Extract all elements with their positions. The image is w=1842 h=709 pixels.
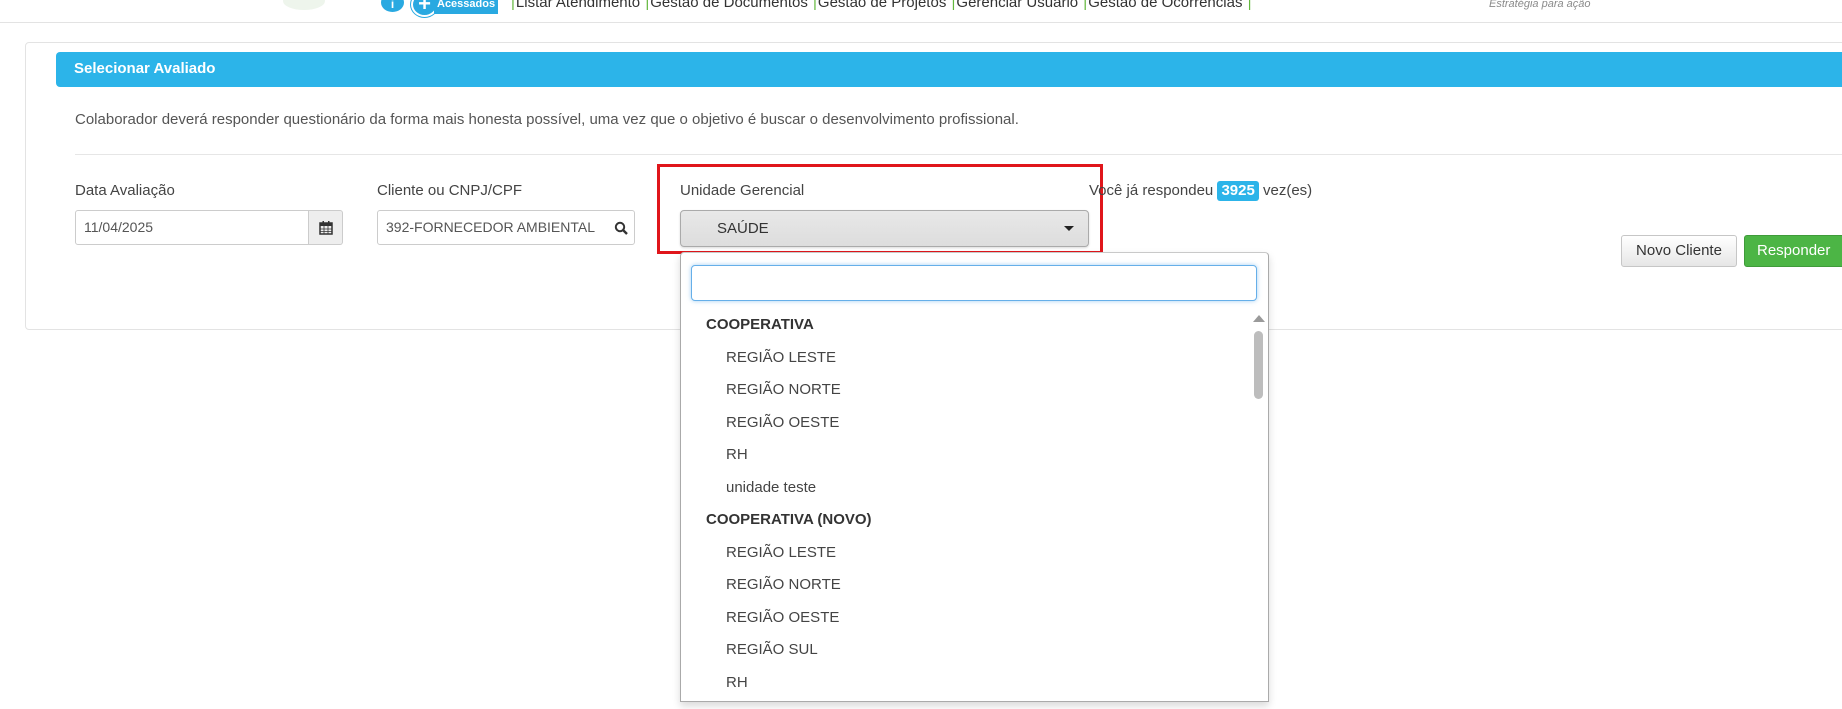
- top-navbar: i + Acessados |Listar Atendimento |Gestã…: [0, 0, 1842, 23]
- dropdown-option[interactable]: RH: [681, 667, 1253, 700]
- unit-dropdown: COOPERATIVA REGIÃO LESTE REGIÃO NORTE RE…: [680, 252, 1269, 702]
- scroll-up-icon[interactable]: [1253, 315, 1265, 322]
- nav-separator: |: [1247, 0, 1252, 11]
- info-icon[interactable]: i: [381, 0, 404, 12]
- calendar-icon: [318, 220, 333, 235]
- client-label: Cliente ou CNPJ/CPF: [377, 182, 523, 199]
- divider: [75, 154, 1842, 155]
- answered-suffix: vez(es): [1262, 182, 1313, 199]
- dropdown-option[interactable]: REGIÃO OESTE: [681, 407, 1253, 440]
- dropdown-option[interactable]: REGIÃO NORTE: [681, 569, 1253, 602]
- option-group-label: COOPERATIVA: [706, 316, 814, 333]
- respond-button[interactable]: Responder: [1744, 235, 1842, 267]
- nav-separator: |: [1083, 0, 1088, 11]
- dropdown-options-list: COOPERATIVA REGIÃO LESTE REGIÃO NORTE RE…: [681, 309, 1253, 709]
- new-client-button[interactable]: Novo Cliente: [1621, 235, 1737, 267]
- nav-item-listar-atendimento[interactable]: Listar Atendimento: [516, 0, 640, 11]
- acessados-badge[interactable]: Acessados: [434, 0, 499, 14]
- calendar-button[interactable]: [309, 210, 343, 245]
- nav-separator: |: [511, 0, 515, 11]
- dropdown-option[interactable]: REGIÃO LESTE: [681, 342, 1253, 375]
- answered-prefix: Você já respondeu: [1089, 182, 1214, 199]
- nav-separator: |: [813, 0, 817, 11]
- nav-separator: |: [645, 0, 650, 11]
- dropdown-option[interactable]: REGIÃO NORTE: [681, 374, 1253, 407]
- dropdown-option[interactable]: RH: [681, 439, 1253, 472]
- dropdown-search-input[interactable]: [691, 265, 1257, 301]
- brand-tagline: Estratégia para ação: [1489, 0, 1591, 10]
- dropdown-option[interactable]: REGIÃO OESTE: [681, 602, 1253, 635]
- date-label: Data Avaliação: [75, 182, 175, 199]
- nav-item-gerenciar-usuario[interactable]: Gerenciar Usuário: [956, 0, 1078, 11]
- nav-menu: |Listar Atendimento |Gestão de Documento…: [510, 0, 1253, 10]
- panel-title: Selecionar Avaliado: [74, 60, 216, 77]
- option-group-label: COOPERATIVA (NOVO): [706, 511, 872, 528]
- nav-item-gestao-projetos[interactable]: Gestão de Projetos: [818, 0, 946, 11]
- scrollbar-thumb[interactable]: [1254, 331, 1263, 399]
- dropdown-option[interactable]: unidade teste: [681, 472, 1253, 505]
- nav-item-gestao-documentos[interactable]: Gestão de Documentos: [650, 0, 808, 11]
- client-field[interactable]: 392-FORNECEDOR AMBIENTAL: [377, 210, 635, 245]
- dropdown-option[interactable]: REGIÃO LESTE: [681, 537, 1253, 570]
- answered-counter: Você já respondeu 3925 vez(es): [1089, 181, 1312, 201]
- nav-separator: |: [951, 0, 956, 11]
- panel-description: Colaborador deverá responder questionári…: [75, 111, 1019, 128]
- nav-item-gestao-ocorrencias[interactable]: Gestão de Ocorrências: [1088, 0, 1242, 11]
- highlight-annotation: [657, 164, 1103, 254]
- search-icon[interactable]: [614, 221, 628, 235]
- logo-icon: [283, 0, 325, 10]
- date-field[interactable]: 11/04/2025: [75, 210, 309, 245]
- panel-heading: [56, 52, 1842, 87]
- answered-count-badge: 3925: [1217, 181, 1259, 201]
- dropdown-option[interactable]: REGIÃO SUL: [681, 634, 1253, 667]
